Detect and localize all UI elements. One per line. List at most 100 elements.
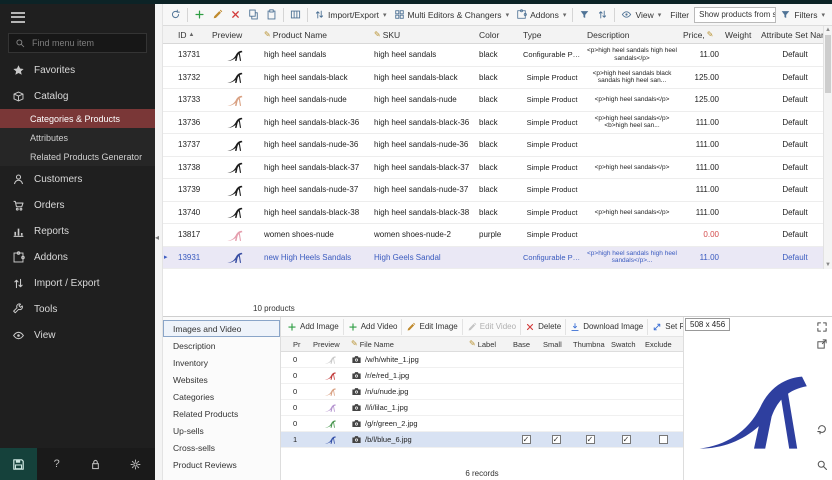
- bottom-tab[interactable]: Categories: [163, 388, 280, 405]
- save-button[interactable]: [0, 448, 37, 480]
- column-header-small[interactable]: Small: [541, 340, 571, 349]
- images-toolbar-button[interactable]: Add Video: [343, 319, 402, 335]
- column-header-base[interactable]: Base: [511, 340, 541, 349]
- images-toolbar-button[interactable]: Edit Video: [462, 319, 520, 335]
- bottom-tab[interactable]: Inventory: [163, 354, 280, 371]
- sidebar-item[interactable]: Categories & Products: [0, 109, 155, 128]
- view-menu[interactable]: View ▾: [618, 6, 664, 24]
- sidebar-item[interactable]: Reports: [0, 218, 155, 244]
- column-header-color[interactable]: Color: [476, 30, 520, 40]
- filters-button[interactable]: Filters ▾: [777, 6, 828, 24]
- columns-button[interactable]: [287, 6, 304, 24]
- rotate-button[interactable]: [814, 423, 829, 438]
- scroll-down-icon[interactable]: ▼: [824, 261, 832, 269]
- images-toolbar-button[interactable]: Delete: [520, 319, 565, 335]
- menu-hamburger-icon[interactable]: [11, 9, 25, 25]
- multi-editors-menu[interactable]: Multi Editors & Changers ▾: [391, 6, 513, 24]
- bottom-tab[interactable]: Description: [163, 337, 280, 354]
- column-header-description[interactable]: Description: [584, 30, 680, 40]
- bottom-tab[interactable]: Related Products: [163, 405, 280, 422]
- column-header-sku[interactable]: ✎SKU: [371, 30, 476, 40]
- row-expander[interactable]: ▸: [163, 253, 175, 261]
- image-row[interactable]: 1 /b/l/blue_6.jpg: [281, 432, 683, 448]
- collapse-arrow-icon[interactable]: ◂: [155, 234, 159, 242]
- bottom-tab[interactable]: Images and Video: [163, 320, 280, 337]
- table-row[interactable]: 13732 high heel sandals-black high heel …: [163, 67, 832, 90]
- small-checkbox[interactable]: [552, 435, 561, 444]
- category-filter-select[interactable]: Show products from selected categories ▾: [694, 7, 776, 23]
- help-button[interactable]: ?: [48, 455, 66, 473]
- fullscreen-button[interactable]: [814, 321, 829, 336]
- image-row[interactable]: 0 /l/i/lilac_1.jpg: [281, 400, 683, 416]
- table-row[interactable]: 13738 high heel sandals-black-37 high he…: [163, 157, 832, 180]
- edit-product-button[interactable]: [209, 6, 226, 24]
- column-header-exclude[interactable]: Exclude: [643, 340, 683, 349]
- sidebar-item[interactable]: Customers: [0, 166, 155, 192]
- image-row[interactable]: 0 /r/e/red_1.jpg: [281, 368, 683, 384]
- settings-button[interactable]: [126, 455, 144, 473]
- column-header-type[interactable]: Type: [520, 30, 584, 40]
- sidebar-item[interactable]: Related Products Generator: [0, 147, 155, 166]
- table-row[interactable]: 13740 high heel sandals-black-38 high he…: [163, 202, 832, 225]
- column-header-thumbnail[interactable]: Thumbna: [571, 340, 609, 349]
- sidebar-splitter[interactable]: ◂: [155, 4, 163, 480]
- sidebar-search-input[interactable]: [30, 37, 140, 49]
- column-header-id[interactable]: ID▲: [175, 30, 209, 40]
- column-header-attribute-set[interactable]: Attribute Set Name: [758, 30, 832, 40]
- sidebar-item[interactable]: Addons: [0, 244, 155, 270]
- table-row[interactable]: 13731 high heel sandals high heel sandal…: [163, 44, 832, 67]
- thumb-checkbox[interactable]: [586, 435, 595, 444]
- quick-filter-button[interactable]: [576, 6, 593, 24]
- image-row[interactable]: 0 /w/h/white_1.jpg: [281, 352, 683, 368]
- table-row[interactable]: 13736 high heel sandals-black-36 high he…: [163, 112, 832, 135]
- table-row[interactable]: ▸ 13931 new High Heels Sandals High Geel…: [163, 247, 832, 270]
- images-toolbar-button[interactable]: Edit Image: [401, 319, 461, 335]
- grid-vertical-scrollbar[interactable]: ▲ ▼: [823, 26, 832, 269]
- scrollbar-thumb[interactable]: [825, 35, 831, 93]
- sidebar-item[interactable]: Favorites: [0, 57, 155, 83]
- table-row[interactable]: 13733 high heel sandals-nude high heel s…: [163, 89, 832, 112]
- column-header-preview[interactable]: Preview: [209, 30, 261, 40]
- column-header-weight[interactable]: Weight: [722, 30, 758, 40]
- column-header-label[interactable]: ✎Label: [467, 340, 511, 349]
- sidebar-search[interactable]: [8, 33, 147, 53]
- addons-menu[interactable]: Addons ▾: [513, 6, 569, 24]
- add-product-button[interactable]: [191, 6, 208, 24]
- delete-product-button[interactable]: [227, 6, 244, 24]
- copy-button[interactable]: [245, 6, 262, 24]
- column-header-swatch[interactable]: Swatch: [609, 340, 643, 349]
- sidebar-item[interactable]: Catalog: [0, 83, 155, 109]
- table-row[interactable]: 13739 high heel sandals-nude-37 high hee…: [163, 179, 832, 202]
- import-export-menu[interactable]: Import/Export ▾: [311, 6, 390, 24]
- sort-button[interactable]: [594, 6, 611, 24]
- refresh-button[interactable]: [167, 6, 184, 24]
- sidebar-item[interactable]: Import / Export: [0, 270, 155, 296]
- column-header-product-name[interactable]: ✎Product Name: [261, 30, 371, 40]
- image-row[interactable]: 0 /n/u/nude.jpg: [281, 384, 683, 400]
- paste-button[interactable]: [263, 6, 280, 24]
- sidebar-item[interactable]: Orders: [0, 192, 155, 218]
- bottom-tab[interactable]: Product Reviews: [163, 456, 280, 473]
- images-toolbar-button[interactable]: Download Image: [565, 319, 647, 335]
- lock-button[interactable]: [87, 455, 105, 473]
- bottom-tab[interactable]: Up-sells: [163, 422, 280, 439]
- bottom-tab[interactable]: Cross-sells: [163, 439, 280, 456]
- column-header-position[interactable]: Pr: [291, 340, 311, 349]
- scroll-up-icon[interactable]: ▲: [824, 26, 832, 34]
- bottom-tab[interactable]: Websites: [163, 371, 280, 388]
- images-toolbar-button[interactable]: Add Image: [283, 319, 343, 335]
- table-row[interactable]: 13817 women shoes-nude women shoes-nude-…: [163, 224, 832, 247]
- zoom-button[interactable]: [814, 459, 829, 474]
- images-toolbar-button[interactable]: Set Resize Rule: [647, 319, 683, 335]
- exclude-checkbox[interactable]: [659, 435, 668, 444]
- sidebar-item[interactable]: Attributes: [0, 128, 155, 147]
- column-header-preview[interactable]: Preview: [311, 340, 349, 349]
- column-header-file-name[interactable]: ✎File Name: [349, 340, 467, 349]
- column-header-price[interactable]: Price,✎: [680, 30, 722, 40]
- table-row[interactable]: 13737 high heel sandals-nude-36 high hee…: [163, 134, 832, 157]
- swatch-checkbox[interactable]: [622, 435, 631, 444]
- base-checkbox[interactable]: [522, 435, 531, 444]
- sidebar-item[interactable]: View: [0, 322, 155, 348]
- sidebar-item[interactable]: Tools: [0, 296, 155, 322]
- image-row[interactable]: 0 /g/r/green_2.jpg: [281, 416, 683, 432]
